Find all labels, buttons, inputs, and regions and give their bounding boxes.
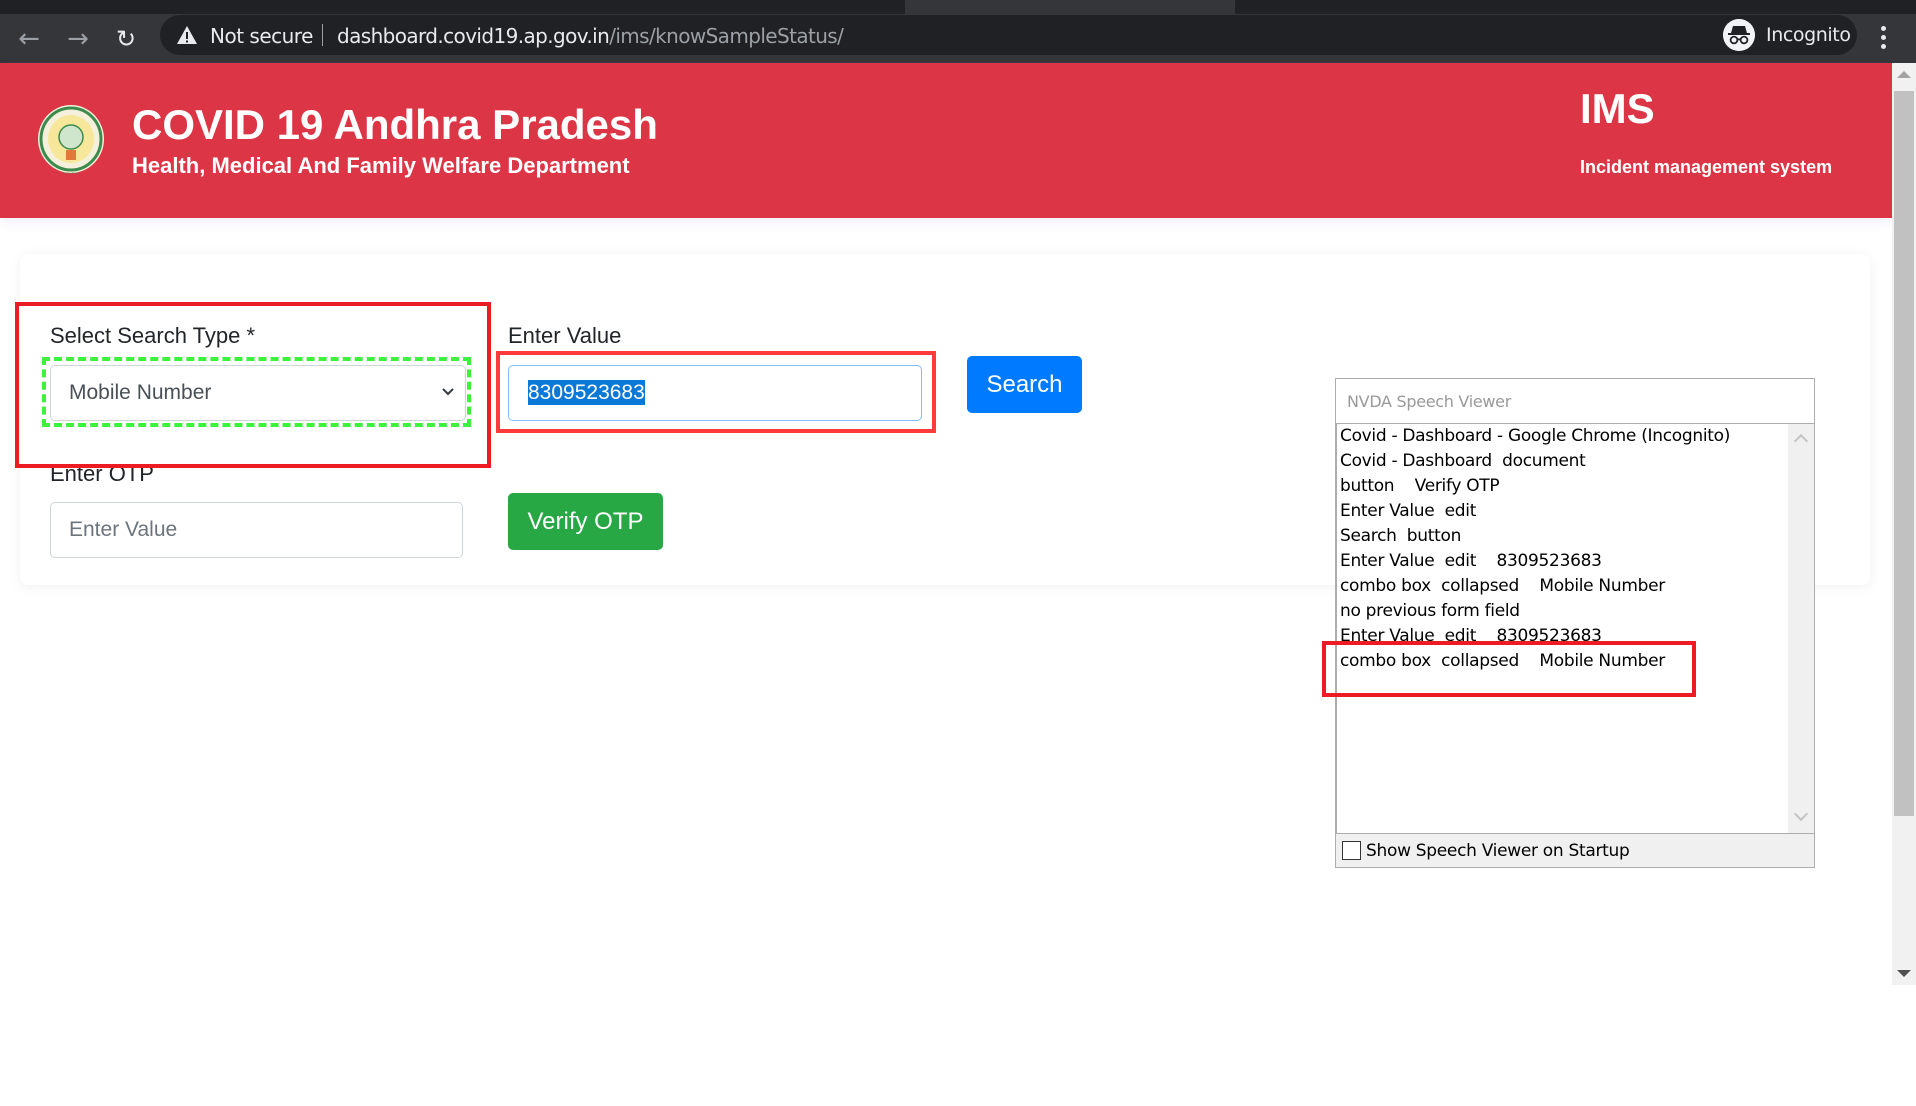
nvda-footer: Show Speech Viewer on Startup <box>1336 833 1814 867</box>
ims-title: IMS <box>1580 85 1655 132</box>
forward-button[interactable]: → <box>61 22 95 56</box>
ap-emblem-logo: ~~~~ <box>38 105 104 177</box>
focus-outline-search-type <box>42 357 471 427</box>
nvda-speech-viewer-window: NVDA Speech Viewer Covid - Dashboard - G… <box>1335 378 1815 868</box>
show-on-startup-checkbox[interactable] <box>1342 841 1361 860</box>
speech-line: combo box collapsed Mobile Number <box>1340 576 1665 596</box>
show-on-startup-label[interactable]: Show Speech Viewer on Startup <box>1366 841 1630 861</box>
site-title: COVID 19 Andhra Pradesh <box>132 101 658 148</box>
speech-line: Enter Value edit 8309523683 <box>1340 551 1602 571</box>
arrow-right-icon: → <box>67 24 89 54</box>
tab-strip <box>0 0 1916 14</box>
enter-value-label: Enter Value <box>508 323 622 348</box>
profile-label: Incognito <box>1766 24 1851 46</box>
security-status[interactable]: Not secure <box>210 24 313 48</box>
otp-input[interactable]: Enter Value <box>50 502 463 558</box>
scroll-up-icon[interactable] <box>1897 71 1911 78</box>
nvda-log-scrollbar[interactable] <box>1788 424 1814 833</box>
url-path: /ims/knowSampleStatus/ <box>609 24 844 48</box>
ims-subtitle: Incident management system <box>1580 157 1833 177</box>
scroll-down-icon[interactable] <box>1897 970 1911 977</box>
search-button[interactable]: Search <box>967 356 1082 413</box>
page-scrollbar[interactable] <box>1892 63 1916 985</box>
reload-icon: ↻ <box>115 25 137 53</box>
chevron-down-icon[interactable] <box>1793 806 1809 822</box>
nvda-title: NVDA Speech Viewer <box>1347 392 1511 411</box>
incognito-icon <box>1723 19 1755 51</box>
speech-line: Search button <box>1340 526 1462 546</box>
back-button[interactable]: ← <box>12 22 46 56</box>
address-bar[interactable]: Not secure dashboard.covid19.ap.gov.in/i… <box>160 15 1790 55</box>
speech-line: button Verify OTP <box>1340 476 1500 496</box>
arrow-left-icon: ← <box>18 24 40 54</box>
incognito-profile-button[interactable]: Incognito <box>1717 15 1857 55</box>
speech-line: no previous form field <box>1340 601 1520 621</box>
speech-line: Covid - Dashboard - Google Chrome (Incog… <box>1340 426 1731 446</box>
nvda-speech-log[interactable]: Covid - Dashboard - Google Chrome (Incog… <box>1336 424 1814 833</box>
url-host: dashboard.covid19.ap.gov.in <box>337 24 610 48</box>
warning-icon <box>177 26 197 44</box>
site-header: ~~~~ COVID 19 Andhra Pradesh Health, Med… <box>0 63 1892 218</box>
kebab-menu-icon[interactable] <box>1876 24 1890 54</box>
highlight-enter-value <box>496 351 936 433</box>
speech-line: Covid - Dashboard document <box>1340 451 1586 471</box>
nvda-titlebar[interactable]: NVDA Speech Viewer <box>1336 379 1814 424</box>
browser-toolbar: ← → ↻ Not secure dashboard.covid19.ap.go… <box>0 14 1916 63</box>
url-text[interactable]: dashboard.covid19.ap.gov.in/ims/knowSamp… <box>337 24 844 48</box>
otp-placeholder: Enter Value <box>69 518 178 541</box>
reload-button[interactable]: ↻ <box>109 22 143 56</box>
omnibox-separator <box>322 24 323 46</box>
chevron-up-icon[interactable] <box>1793 433 1809 449</box>
svg-text:~~~~: ~~~~ <box>63 171 80 177</box>
highlight-speech-line <box>1322 641 1696 697</box>
scrollbar-thumb[interactable] <box>1894 91 1914 816</box>
site-subtitle: Health, Medical And Family Welfare Depar… <box>132 153 630 178</box>
active-tab[interactable] <box>905 0 1235 14</box>
speech-line: Enter Value edit <box>1340 501 1477 521</box>
verify-otp-button[interactable]: Verify OTP <box>508 493 663 550</box>
